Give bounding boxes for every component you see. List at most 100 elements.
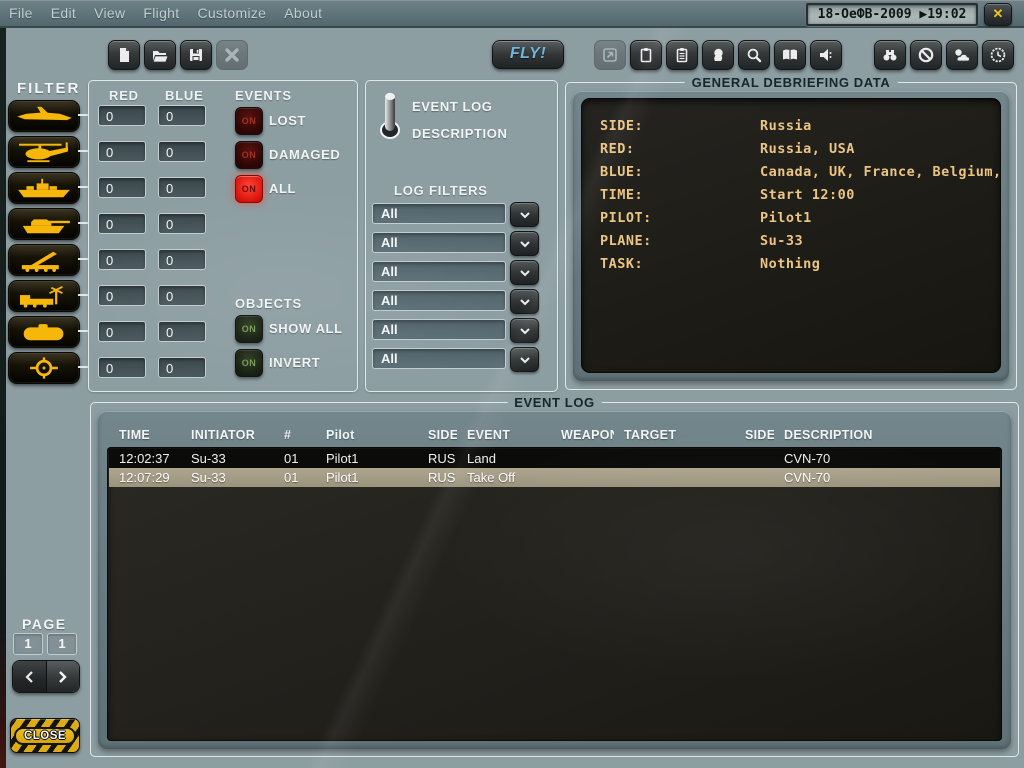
red-count-fueltank[interactable]: 0 (98, 321, 146, 342)
log-filter-3-dropdown-button[interactable] (510, 260, 539, 285)
log-filter-1-dropdown-button[interactable] (510, 202, 539, 227)
view-zoom-button[interactable] (738, 40, 770, 70)
chevron-left-icon (24, 670, 34, 684)
log-filter-5-value[interactable]: All (372, 319, 506, 340)
red-count-tank[interactable]: 0 (98, 213, 146, 234)
helicopter-icon (13, 140, 75, 164)
prev-page-button[interactable] (13, 661, 47, 692)
time-accel-button[interactable] (982, 40, 1014, 70)
menu-about[interactable]: About (275, 5, 331, 21)
padlock-view-button[interactable] (874, 40, 906, 70)
cell-time: 12:07:29 (109, 468, 181, 487)
filter-sam-button[interactable] (8, 244, 80, 276)
encyclopedia-button[interactable] (774, 40, 806, 70)
eventlog-row-selected[interactable]: 12:07:29 Su-33 01 Pilot1 RUS Take Off CV… (109, 468, 1000, 487)
events-all-toggle[interactable]: ON (235, 175, 263, 203)
page-section-label: PAGE (22, 616, 67, 632)
filter-connector (78, 366, 88, 368)
speaker-icon (817, 46, 835, 64)
red-count-ship[interactable]: 0 (98, 177, 146, 198)
filter-radar-button[interactable] (8, 280, 80, 312)
blue-column-header: BLUE (165, 88, 204, 103)
blue-count-radar[interactable]: 0 (158, 285, 206, 306)
eventlog-row[interactable]: 12:02:37 Su-33 01 Pilot1 RUS Land CVN-70 (109, 449, 1000, 468)
filter-fueltank-button[interactable] (8, 316, 80, 348)
debriefing-button[interactable] (666, 40, 698, 70)
objects-showall-toggle[interactable]: ON (235, 315, 263, 343)
menu-edit[interactable]: Edit (42, 5, 85, 21)
filter-target-button[interactable] (8, 352, 80, 384)
log-filter-3-value[interactable]: All (372, 261, 506, 282)
menu-file[interactable]: File (0, 5, 42, 21)
pilot-log-button[interactable] (702, 40, 734, 70)
filter-airplane-button[interactable] (8, 100, 80, 132)
objects-showall-label: SHOW ALL (269, 321, 343, 336)
debrief-field-label: PILOT: (600, 210, 760, 226)
blue-count-airplane[interactable]: 0 (158, 105, 206, 126)
chevron-down-icon (519, 356, 531, 364)
open-file-button[interactable] (144, 40, 176, 70)
menu-view[interactable]: View (85, 5, 134, 21)
page-current-field[interactable]: 1 (13, 633, 43, 655)
log-view-toggle-switch[interactable] (376, 89, 404, 141)
log-filter-2-dropdown-button[interactable] (510, 231, 539, 256)
blue-count-sam[interactable]: 0 (158, 249, 206, 270)
blue-count-fueltank[interactable]: 0 (158, 321, 206, 342)
weather-button[interactable] (946, 40, 978, 70)
blue-count-target[interactable]: 0 (158, 357, 206, 378)
events-damaged-toggle[interactable]: ON (235, 141, 263, 169)
cell-pilot: Pilot1 (316, 468, 418, 487)
log-filter-4-dropdown-button[interactable] (510, 289, 539, 314)
log-view-description-option[interactable]: DESCRIPTION (412, 126, 507, 141)
blue-count-tank[interactable]: 0 (158, 213, 206, 234)
objects-invert-toggle[interactable]: ON (235, 349, 263, 377)
red-count-helicopter[interactable]: 0 (98, 141, 146, 162)
log-filter-6-dropdown-button[interactable] (510, 347, 539, 372)
window-close-button[interactable]: ✕ (984, 3, 1012, 26)
chevron-down-icon (519, 327, 531, 335)
col-header-side2: SIDE (735, 428, 774, 446)
debrief-field-value: Su-33 (760, 233, 1001, 249)
objects-section-title: OBJECTS (235, 296, 302, 311)
blue-count-helicopter[interactable]: 0 (158, 141, 206, 162)
chevron-down-icon (519, 211, 531, 219)
menu-customize[interactable]: Customize (188, 5, 275, 21)
menu-flight[interactable]: Flight (134, 5, 188, 21)
next-page-button[interactable] (47, 661, 80, 692)
save-button[interactable] (180, 40, 212, 70)
target-crosshair-icon (13, 356, 75, 380)
events-lost-toggle[interactable]: ON (235, 107, 263, 135)
filter-helicopter-button[interactable] (8, 136, 80, 168)
briefing-button[interactable] (630, 40, 662, 70)
close-debriefing-button[interactable]: CLOSE (10, 718, 80, 753)
log-filter-2-value[interactable]: All (372, 232, 506, 253)
close-button-label: CLOSE (14, 727, 76, 745)
blue-count-ship[interactable]: 0 (158, 177, 206, 198)
cell-side: RUS (418, 449, 457, 468)
log-view-eventlog-option[interactable]: EVENT LOG (412, 99, 493, 114)
debrief-field-value: Canada, UK, France, Belgium, (760, 164, 1001, 180)
filter-ship-button[interactable] (8, 172, 80, 204)
eventlog-list-area[interactable]: 12:02:37 Su-33 01 Pilot1 RUS Land CVN-70… (107, 447, 1002, 741)
fly-button[interactable]: FLY! (492, 40, 564, 69)
log-filter-1-value[interactable]: All (372, 203, 506, 224)
open-folder-icon (151, 46, 169, 64)
filter-connector (78, 114, 88, 116)
log-filter-5-dropdown-button[interactable] (510, 318, 539, 343)
prohibit-icon (917, 46, 935, 64)
log-filter-6-value[interactable]: All (372, 348, 506, 369)
debrief-field-label: TASK: (600, 256, 760, 272)
cell-target (614, 449, 735, 468)
red-count-airplane[interactable]: 0 (98, 105, 146, 126)
debrief-field-label: BLUE: (600, 164, 760, 180)
sound-button[interactable] (810, 40, 842, 70)
filter-tank-button[interactable] (8, 208, 80, 240)
debriefing-groupbox: GENERAL DEBRIEFING DATA SIDE:Russia RED:… (565, 82, 1017, 390)
red-count-sam[interactable]: 0 (98, 249, 146, 270)
restrictions-button[interactable] (910, 40, 942, 70)
new-file-button[interactable] (108, 40, 140, 70)
red-count-radar[interactable]: 0 (98, 285, 146, 306)
log-filter-4-value[interactable]: All (372, 290, 506, 311)
chevron-down-icon (519, 240, 531, 248)
red-count-target[interactable]: 0 (98, 357, 146, 378)
